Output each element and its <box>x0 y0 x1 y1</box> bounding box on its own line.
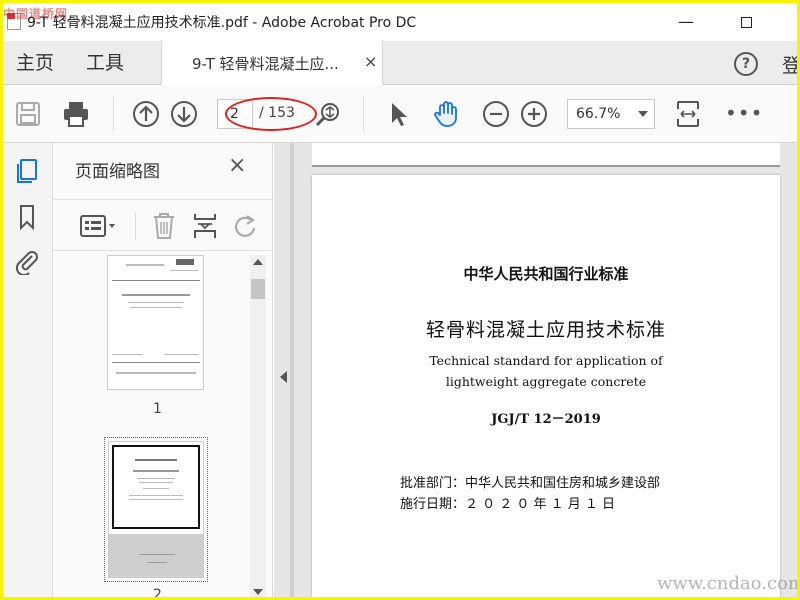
zoom-marquee-icon[interactable] <box>313 99 343 129</box>
options-menu-icon[interactable] <box>79 212 119 240</box>
document-english-title-line2: lightweight aggregate concrete <box>445 374 647 389</box>
thumbnail-text-line <box>112 354 142 355</box>
document-org-heading: 中华人民共和国行业标准 <box>463 265 629 283</box>
page-thumbnails-panel: 页面缩略图 × 1 2 <box>53 143 273 597</box>
page-thumbnails-icon[interactable] <box>13 157 41 185</box>
document-viewer[interactable]: 中华人民共和国行业标准 轻骨料混凝土应用技术标准 Technical stand… <box>274 143 797 597</box>
zoom-out-icon[interactable] <box>481 99 511 129</box>
delete-page-icon[interactable] <box>151 211 177 241</box>
thumbnail-text-line <box>139 482 173 483</box>
save-icon[interactable] <box>13 99 43 129</box>
document-tab-label: 9-T 轻骨料混凝土应... <box>192 55 339 73</box>
bookmark-icon[interactable] <box>13 203 41 231</box>
thumbnail-gray-block <box>109 534 203 577</box>
thumbnail-page-number: 2 <box>153 587 162 597</box>
zoom-in-icon[interactable] <box>519 99 549 129</box>
thumbnail-text-line <box>116 372 196 374</box>
help-icon[interactable]: ? <box>734 52 758 76</box>
thumbnail-page-number: 1 <box>153 401 162 417</box>
document-effective-date: 施行日期：２ ０ ２ ０ 年 １ 月 １ 日 <box>400 497 616 512</box>
rotate-page-icon[interactable] <box>231 211 259 241</box>
page-thumbnail-2[interactable] <box>108 441 204 578</box>
maximize-icon <box>740 17 752 28</box>
acrobat-window: 中国道桥网 9-T 轻骨料混凝土应用技术标准.pdf - Adobe Acrob… <box>3 3 797 597</box>
close-panel-icon[interactable]: × <box>228 153 246 178</box>
pdf-page: 中华人民共和国行业标准 轻骨料混凝土应用技术标准 Technical stand… <box>312 175 780 597</box>
site-watermark: www.cndao.com <box>657 573 797 594</box>
document-title: 轻骨料混凝土应用技术标准 <box>425 319 666 341</box>
previous-page-icon[interactable] <box>131 99 161 129</box>
toolbar-divider <box>363 97 364 131</box>
scrollbar-thumb[interactable] <box>251 279 265 299</box>
panel-splitter[interactable] <box>290 143 294 597</box>
toolbar-divider <box>113 97 114 131</box>
minimize-button[interactable]: — <box>671 9 701 35</box>
thumbnail-text-line <box>135 459 177 461</box>
zoom-level-dropdown[interactable]: 66.7% <box>567 99 655 129</box>
thumbnail-text-line <box>164 354 198 355</box>
close-tab-icon[interactable]: × <box>364 52 377 71</box>
thumbnail-text-line <box>143 488 169 489</box>
thumbnail-text-line <box>126 264 164 266</box>
collapse-panel-icon[interactable] <box>280 371 287 383</box>
next-page-icon[interactable] <box>169 99 199 129</box>
sign-in-button[interactable]: 登 <box>782 51 797 78</box>
scroll-down-icon[interactable] <box>253 589 263 595</box>
current-view-rectangle <box>112 445 200 529</box>
thumbnail-text-line <box>170 270 198 271</box>
document-english-title-line1: Technical standard for application of <box>429 353 663 368</box>
tab-bar: 主页 工具 9-T 轻骨料混凝土应... × ? 登 <box>3 41 797 86</box>
hand-tool-icon[interactable] <box>431 99 461 129</box>
scroll-up-icon[interactable] <box>253 259 263 265</box>
extract-page-icon[interactable] <box>191 211 219 241</box>
tab-document[interactable]: 9-T 轻骨料混凝土应... × <box>161 41 383 86</box>
maximize-button[interactable] <box>731 9 761 35</box>
zoom-level-value: 66.7% <box>576 106 621 122</box>
thumbnail-tools <box>53 199 273 251</box>
tab-tools[interactable]: 工具 <box>86 41 124 85</box>
thumbnail-text-line <box>133 470 179 472</box>
panel-title: 页面缩略图 <box>75 162 160 182</box>
red-highlight-oval <box>225 97 317 131</box>
tab-home[interactable]: 主页 <box>16 41 54 85</box>
thumbnail-rule <box>112 362 200 363</box>
thumbnail-text-line <box>122 294 190 296</box>
title-bar: 中国道桥网 9-T 轻骨料混凝土应用技术标准.pdf - Adobe Acrob… <box>3 3 797 41</box>
tools-divider <box>135 212 136 240</box>
toolbar: 2 / 153 66.7% ••• <box>3 85 797 143</box>
more-tools-icon[interactable]: ••• <box>725 101 763 125</box>
thumbnail-text-line <box>129 499 183 500</box>
print-icon[interactable] <box>61 99 91 129</box>
thumbnail-text-line <box>139 554 175 555</box>
thumbnail-scrollbar[interactable] <box>250 255 266 597</box>
thumbnail-text-line <box>130 307 182 308</box>
thumbnail-rule <box>112 280 200 281</box>
document-approval-department: 批准部门：中华人民共和国住房和城乡建设部 <box>400 476 661 491</box>
thumbnail-text-line <box>147 562 167 563</box>
left-navigation-rail <box>3 143 53 597</box>
previous-page-bottom <box>312 143 780 167</box>
thumbnail-logo <box>176 259 194 265</box>
select-arrow-icon[interactable] <box>383 99 413 129</box>
thumbnail-text-line <box>128 302 184 303</box>
fit-page-icon[interactable] <box>673 99 703 129</box>
window-title: 9-T 轻骨料混凝土应用技术标准.pdf - Adobe Acrobat Pro… <box>27 15 417 31</box>
chevron-down-icon <box>638 111 648 117</box>
thumbnail-text-line <box>137 478 175 479</box>
document-code: JGJ/T 12－2019 <box>491 412 601 427</box>
attachment-icon[interactable] <box>13 247 41 275</box>
thumbnail-text-line <box>129 495 183 496</box>
page-thumbnail-1[interactable] <box>107 255 204 390</box>
